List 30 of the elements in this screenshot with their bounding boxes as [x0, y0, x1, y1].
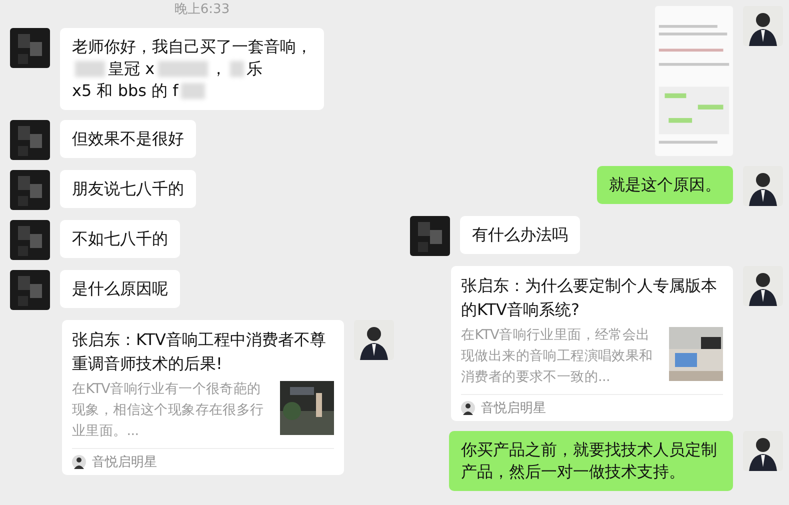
message-bubble: 是什么原因呢	[60, 270, 180, 308]
avatar-icon	[354, 320, 394, 360]
timestamp: 晚上6:33	[174, 1, 230, 18]
message-bubble: 不如七八千的	[60, 220, 180, 258]
message-bubble: 朋友说七八千的	[60, 170, 196, 208]
avatar-icon	[410, 216, 450, 256]
account-icon	[461, 401, 475, 415]
avatar-icon	[10, 270, 50, 310]
card-source: 音悦启明星	[481, 400, 546, 417]
message-bubble: 就是这个原因。	[597, 166, 733, 204]
card-source: 音悦启明星	[92, 454, 157, 471]
message-bubble: 有什么办法吗	[460, 216, 580, 254]
message-bubble: 你买产品之前，就要找技术人员定制产品，然后一对一做技术支持。	[449, 431, 733, 491]
avatar-icon	[10, 120, 50, 160]
card-title: 张启东：为什么要定制个人专属版本的KTV音响系统?	[461, 275, 718, 321]
account-icon	[72, 455, 86, 469]
message-bubble: 但效果不是很好	[60, 120, 196, 158]
card-description: 在KTV音响行业里面，经常会出现做出来的音响工程演唱效果和消费者的要求不一致的...	[461, 326, 654, 387]
avatar-icon	[743, 166, 783, 206]
avatar-icon	[10, 170, 50, 210]
avatar-icon	[743, 6, 783, 46]
avatar-icon	[743, 266, 783, 306]
link-card[interactable]: 张启东：为什么要定制个人专属版本的KTV音响系统? 在KTV音响行业里面，经常会出现做出来的音响工程演唱效果和消费者的要求不一致的... 音悦启明星	[451, 266, 733, 421]
avatar-icon	[743, 431, 783, 471]
card-title: 张启东：KTV音响工程中消费者不尊重调音师技术的后果!	[72, 329, 327, 375]
card-description: 在KTV音响行业有一个很奇葩的现象，相信这个现象存在很多行业里面。...	[72, 380, 265, 441]
avatar-icon	[10, 28, 50, 68]
link-card[interactable]: 张启东：KTV音响工程中消费者不尊重调音师技术的后果! 在KTV音响行业有一个很奇葩的现象，相信这个现象存在很多行业里面。... 音悦启明星	[62, 320, 344, 475]
avatar-icon	[10, 220, 50, 260]
message-bubble: 老师你好，我自己买了一套音响， 皇冠 x ， 乐 x5 和 bbs 的 f	[60, 28, 324, 110]
